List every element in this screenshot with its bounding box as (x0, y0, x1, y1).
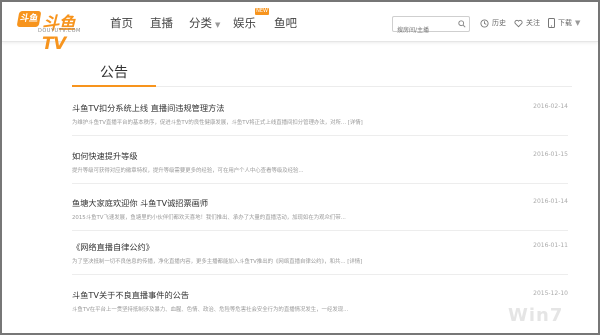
nav-live[interactable]: 直播 (150, 15, 173, 31)
notice-title[interactable]: 如何快速提升等级 (72, 150, 138, 162)
search-icon[interactable] (458, 20, 466, 28)
notice-date: 2016-01-14 (533, 198, 568, 205)
notice-summary: 斗鱼TV在平台上一贯坚持抵制涉及暴力、血腥、色情、政治、危险等危害社会安全行为的… (72, 307, 349, 313)
phone-icon (548, 18, 555, 28)
follow-label: 关注 (526, 19, 540, 27)
notice-date: 2016-02-14 (533, 103, 568, 110)
logo-badge: 斗鱼 (16, 11, 42, 27)
download-label: 下载 (558, 19, 572, 27)
notice-summary: 为了坚决抵制一切不良信息的传播，净化直播内容，更多主播都能加入斗鱼TV推出的《网… (72, 259, 363, 265)
notice-title[interactable]: 斗鱼TV关于不良直播事件的公告 (72, 289, 189, 301)
notice-date: 2015-12-10 (533, 290, 568, 297)
logo-subtitle: DOUYUTV.COM (38, 28, 81, 34)
notice-title[interactable]: 斗鱼TV扣分系统上线 直播间违规管理方法 (72, 102, 224, 114)
nav-entertainment[interactable]: 娱乐 NEW (233, 8, 269, 31)
notice-summary: 提升等级可获得对应的徽章特权，提升等级需要更多的经验，可在用户个人中心查看等级及… (72, 168, 304, 174)
page-title: 公告 (100, 65, 128, 81)
notice-date: 2016-01-15 (533, 151, 568, 158)
new-badge: NEW (255, 8, 269, 15)
watermark: Win7 (508, 305, 564, 326)
site-logo[interactable]: 斗鱼 斗鱼TV DOUYUTV.COM (16, 9, 88, 54)
heart-icon (514, 19, 523, 27)
chevron-down-icon: ▼ (215, 21, 221, 29)
divider (72, 135, 568, 136)
top-navigation-bar: 斗鱼 斗鱼TV DOUYUTV.COM 首页 直播 分类 ▼ 娱乐 NEW 鱼吧 … (2, 2, 598, 54)
nav-category-label: 分类 (189, 16, 212, 30)
download-button[interactable]: 下载 ▼ (548, 18, 580, 28)
history-button[interactable]: 历史 (480, 18, 506, 28)
notice-date: 2016-01-11 (533, 242, 568, 249)
title-underline (72, 85, 156, 87)
divider (72, 183, 568, 184)
history-label: 历史 (492, 19, 506, 27)
notice-summary: 为维护斗鱼TV直播平台的基本秩序，促进斗鱼TV的良性健康发展，斗鱼TV将正式上线… (72, 120, 363, 126)
notice-title[interactable]: 《网络直播自律公约》 (72, 241, 154, 253)
follow-button[interactable]: 关注 (514, 18, 540, 28)
search-box (392, 16, 470, 38)
clock-icon (480, 18, 489, 28)
nav-fishbar[interactable]: 鱼吧 (274, 15, 297, 31)
nav-category[interactable]: 分类 ▼ (189, 15, 220, 31)
divider (72, 230, 568, 231)
nav-entertainment-label: 娱乐 (233, 16, 256, 30)
chevron-down-icon: ▼ (575, 19, 581, 27)
divider (72, 274, 568, 275)
search-input[interactable] (393, 23, 455, 38)
notice-title[interactable]: 鱼塘大家庭欢迎你 斗鱼TV诚招票画师 (72, 197, 208, 209)
notice-summary: 2015斗鱼TV飞速发展，鱼塘里的小伙伴们都欢天喜地！我们推出、承办了大量的直播… (72, 215, 346, 221)
nav-home[interactable]: 首页 (110, 15, 133, 31)
